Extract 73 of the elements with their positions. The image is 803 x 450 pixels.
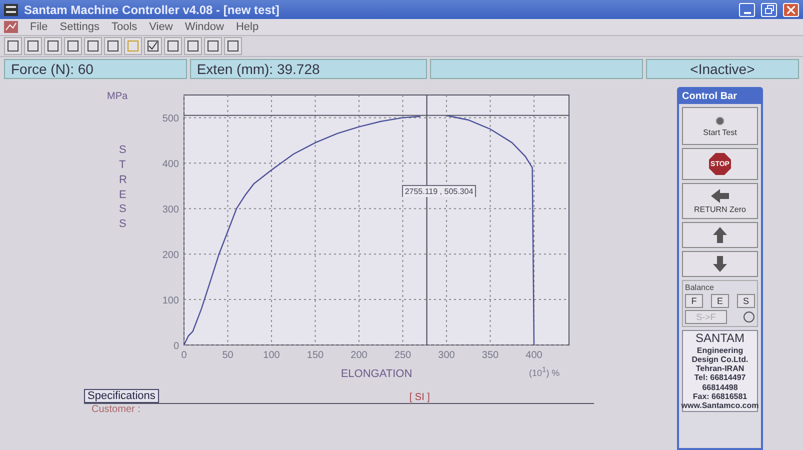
- balance-button[interactable]: F: [685, 294, 703, 308]
- minimize-button[interactable]: [739, 2, 755, 16]
- x-tick-label: 50: [222, 350, 233, 361]
- toolbar-button[interactable]: [84, 37, 102, 55]
- start-test-button[interactable]: Start Test: [682, 107, 758, 145]
- restore-button[interactable]: [761, 2, 777, 16]
- toolbar-button[interactable]: [24, 37, 42, 55]
- menu-item[interactable]: Settings: [60, 21, 100, 33]
- group-label: Balance: [685, 283, 715, 292]
- x-unit-label: (10$^{1}$) %: [528, 365, 560, 378]
- y-tick-label: 400: [162, 159, 178, 170]
- company-info-text: Engineering: [696, 346, 744, 355]
- units-label: [ SI ]: [409, 392, 430, 403]
- x-tick-label: 250: [394, 350, 411, 361]
- x-axis-title: ELONGATION: [340, 368, 412, 380]
- company-info-text: 66814498: [702, 382, 738, 392]
- down-arrow-icon: [713, 256, 727, 272]
- move-down-button[interactable]: [682, 251, 758, 277]
- move-up-button[interactable]: [682, 222, 758, 248]
- toolbar-button[interactable]: [184, 37, 202, 55]
- cursor-readout: 2755.119 , 505.304: [401, 185, 476, 198]
- menu-item[interactable]: View: [149, 21, 173, 33]
- x-tick-label: 100: [262, 350, 280, 361]
- up-arrow-icon: [713, 227, 727, 243]
- status-field: Exten (mm): 39.728: [190, 59, 428, 79]
- y-tick-label: 500: [162, 114, 178, 125]
- company-info-text: Tel: 66814497: [694, 373, 746, 383]
- toolbar-button[interactable]: [104, 37, 122, 55]
- x-tick-label: 200: [350, 350, 367, 361]
- x-tick-label: 0: [180, 350, 186, 361]
- status-field: Force (N): 60: [4, 59, 187, 79]
- x-tick-label: 350: [481, 350, 498, 361]
- company-info-text: SANTAM: [695, 332, 745, 346]
- company-info-text: Fax: 66816581: [692, 392, 748, 401]
- y-tick-label: 300: [162, 204, 178, 216]
- panel-title: Control Bar: [679, 89, 761, 104]
- balance-button[interactable]: S: [737, 294, 755, 308]
- field-label: Customer :: [92, 404, 142, 415]
- y-axis-title: STRESS: [118, 143, 128, 232]
- menu-item[interactable]: Tools: [111, 21, 138, 33]
- y-tick-label: 100: [162, 296, 178, 307]
- x-tick-label: 400: [525, 350, 542, 361]
- close-button[interactable]: [783, 2, 799, 16]
- menu-item[interactable]: Window: [184, 21, 224, 33]
- check-icon: [147, 40, 159, 52]
- close-icon: [787, 6, 795, 14]
- radio-icon: [715, 116, 725, 126]
- minimize-icon: [744, 12, 750, 14]
- company-info-text: www.Santamco.com: [681, 400, 759, 410]
- return-zero-button[interactable]: RETURN Zero: [682, 183, 758, 219]
- company-info-text: Design Co.Ltd.: [692, 354, 748, 364]
- toolbar-button[interactable]: [224, 37, 242, 55]
- window-title: Santam Machine Controller v4.08 - [new test]: [24, 2, 280, 16]
- toolbar-button[interactable]: [204, 37, 222, 55]
- x-tick-label: 150: [306, 350, 324, 361]
- toolbar-button[interactable]: [64, 37, 82, 55]
- toolbar-button[interactable]: [144, 37, 162, 55]
- toolbar-button[interactable]: [164, 37, 182, 55]
- status-field: <Inactive>: [646, 59, 799, 79]
- menu-item[interactable]: Help: [236, 21, 259, 33]
- y-unit-label: MPa: [106, 91, 128, 102]
- balance-button[interactable]: E: [711, 294, 729, 308]
- app-logo-icon: [4, 4, 18, 16]
- specifications-tab[interactable]: Specifications: [84, 389, 160, 403]
- left-arrow-icon: [711, 188, 729, 202]
- toolbar-button[interactable]: [4, 37, 22, 55]
- y-tick-label: 200: [162, 250, 178, 262]
- menu-item[interactable]: File: [30, 21, 48, 33]
- x-tick-label: 300: [438, 350, 454, 361]
- restore-icon: [764, 5, 774, 14]
- y-tick-label: 0: [172, 341, 178, 352]
- toolbar-button[interactable]: [44, 37, 62, 55]
- company-info-text: Tehran-IRAN: [696, 364, 744, 374]
